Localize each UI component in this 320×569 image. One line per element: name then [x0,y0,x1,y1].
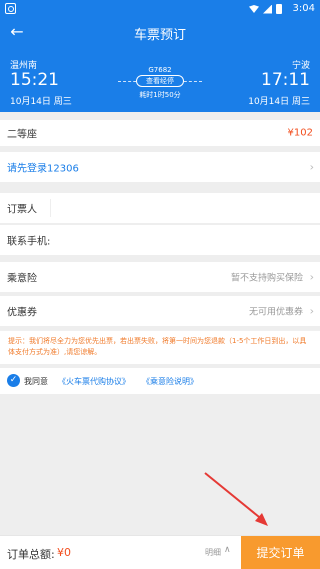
battery-icon [276,4,282,14]
seat-type-row: 二等座 ¥102 [0,120,320,146]
coupon-label: 优惠券 [7,307,37,319]
agreement-prefix: 我同意 [24,377,48,386]
coupon-value: 无可用优惠券 [248,307,303,318]
agreement-row: ✓ 我同意 《火车票代购协议》 《乘意险说明》 [0,368,320,394]
divider [50,199,51,217]
coupon-row[interactable]: 优惠券 无可用优惠券 › [0,296,320,326]
seat-price: ¥102 [287,127,313,139]
train-info-card: 温州南 15:21 10月14日 周三 G7682 查看经停 耗时1时50分 宁… [0,46,320,112]
insurance-value: 暂不支持购买保险 [230,273,303,284]
detail-button[interactable]: 明细 [205,547,221,558]
status-time: 3:04 [292,3,315,14]
phone-row[interactable]: 联系手机: [0,225,320,255]
seat-type-label: 二等座 [7,129,37,141]
chevron-right-icon: › [309,160,314,174]
signal-icon [263,4,272,14]
phone-label: 联系手机: [7,236,51,248]
login-prompt[interactable]: 请先登录12306 [7,160,79,175]
view-stops-button[interactable]: 查看经停 [136,75,184,87]
submit-order-button[interactable]: 提交订单 [241,536,320,569]
ticket-agreement-link[interactable]: 《火车票代购协议》 [58,376,130,387]
insurance-terms-link[interactable]: 《乘意险说明》 [142,376,198,387]
status-icons [249,4,282,14]
wifi-icon [249,5,259,13]
chevron-right-icon: › [309,304,314,318]
total-label: 订单总额: [7,548,55,561]
chevron-right-icon: › [309,270,314,284]
status-bar: 3:04 [0,0,320,18]
title-bar: ← 车票预订 [0,18,320,46]
order-footer: 订单总额: ¥0 明细 ∧ 提交订单 [0,535,320,569]
arrival-date: 10月14日 周三 [248,97,310,107]
total-amount: ¥0 [57,546,71,559]
page-title: 车票预订 [133,28,186,43]
arrival-time: 17:11 [261,70,310,90]
booker-label: 订票人 [7,204,37,216]
booker-row[interactable]: 订票人 [0,193,320,223]
insurance-label: 乘意险 [7,273,37,285]
check-icon[interactable]: ✓ [7,374,20,387]
notice-text: 提示：我们将尽全力为您优先出票，若出票失败，将第一时间为您退款（1-5个工作日到… [0,330,320,364]
chevron-up-icon[interactable]: ∧ [224,545,231,555]
camera-icon [5,3,16,14]
login-row[interactable]: 请先登录12306 › [0,152,320,182]
insurance-row[interactable]: 乘意险 暂不支持购买保险 › [0,262,320,292]
